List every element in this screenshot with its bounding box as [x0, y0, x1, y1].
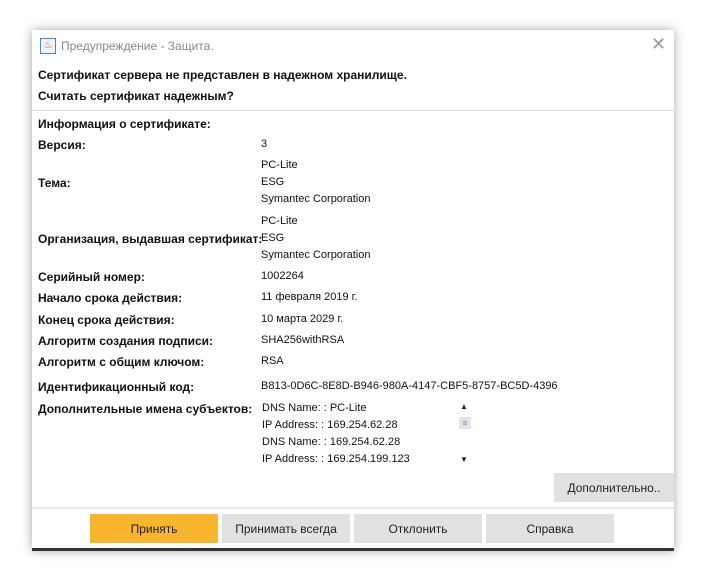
- serial-value: 1002264: [261, 270, 304, 282]
- issuer-value: ESG: [261, 232, 285, 244]
- subject-value: ESG: [261, 176, 285, 188]
- issuer-value: Symantec Corporation: [261, 249, 371, 261]
- more-button[interactable]: Дополнительно..: [554, 473, 674, 502]
- scrollbar-thumb[interactable]: ≡: [459, 417, 471, 429]
- issuer-label: Организация, выдавшая сертификат:: [38, 232, 263, 246]
- header-line-1: Сертификат сервера не представлен в наде…: [38, 68, 407, 82]
- certificate-warning-dialog: ♨ Предупреждение - Защита. ✕ Сертификат …: [32, 30, 674, 551]
- sig-alg-value: SHA256withRSA: [261, 334, 345, 346]
- close-icon[interactable]: ✕: [651, 34, 666, 55]
- list-item: DNS Name: : PC-Lite: [262, 402, 367, 414]
- valid-to-value: 10 марта 2029 г.: [261, 313, 344, 325]
- accept-button[interactable]: Принять: [90, 514, 218, 543]
- subject-value: Symantec Corporation: [261, 193, 371, 205]
- divider: [32, 507, 674, 509]
- scroll-down-icon[interactable]: ▼: [460, 455, 468, 464]
- scroll-up-icon[interactable]: ▲: [460, 402, 468, 411]
- list-item: DNS Name: : 169.254.62.28: [262, 436, 401, 448]
- header-line-2: Считать сертификат надежным?: [38, 89, 234, 103]
- version-value: 3: [261, 138, 268, 150]
- info-heading: Информация о сертификате:: [38, 117, 211, 131]
- san-label: Дополнительные имена субъектов:: [38, 402, 253, 416]
- help-button[interactable]: Справка: [486, 514, 614, 543]
- subject-label: Тема:: [38, 176, 71, 190]
- fingerprint-label: Идентификационный код:: [38, 380, 195, 394]
- accept-always-button[interactable]: Принимать всегда: [222, 514, 350, 543]
- list-item: IP Address: : 169.254.62.28: [262, 419, 398, 431]
- divider: [32, 110, 674, 111]
- reject-button[interactable]: Отклонить: [354, 514, 482, 543]
- fingerprint-value: B813-0D6C-8E8D-B946-980A-4147-CBF5-8757-…: [261, 380, 558, 392]
- java-icon: ♨: [40, 38, 56, 54]
- valid-from-value: 11 февраля 2019 г.: [261, 291, 358, 303]
- subject-value: PC-Lite: [261, 159, 298, 171]
- san-list[interactable]: DNS Name: : PC-Lite IP Address: : 169.25…: [261, 400, 476, 470]
- sig-alg-label: Алгоритм создания подписи:: [38, 334, 214, 348]
- valid-from-label: Начало срока действия:: [38, 291, 183, 305]
- list-item: IP Address: : 169.254.199.123: [262, 453, 410, 465]
- key-alg-label: Алгоритм с общим ключом:: [38, 355, 205, 369]
- window-title: Предупреждение - Защита.: [61, 39, 214, 53]
- key-alg-value: RSA: [261, 355, 284, 367]
- serial-label: Серийный номер:: [38, 270, 145, 284]
- version-label: Версия:: [38, 138, 86, 152]
- valid-to-label: Конец срока действия:: [38, 313, 175, 327]
- issuer-value: PC-Lite: [261, 215, 298, 227]
